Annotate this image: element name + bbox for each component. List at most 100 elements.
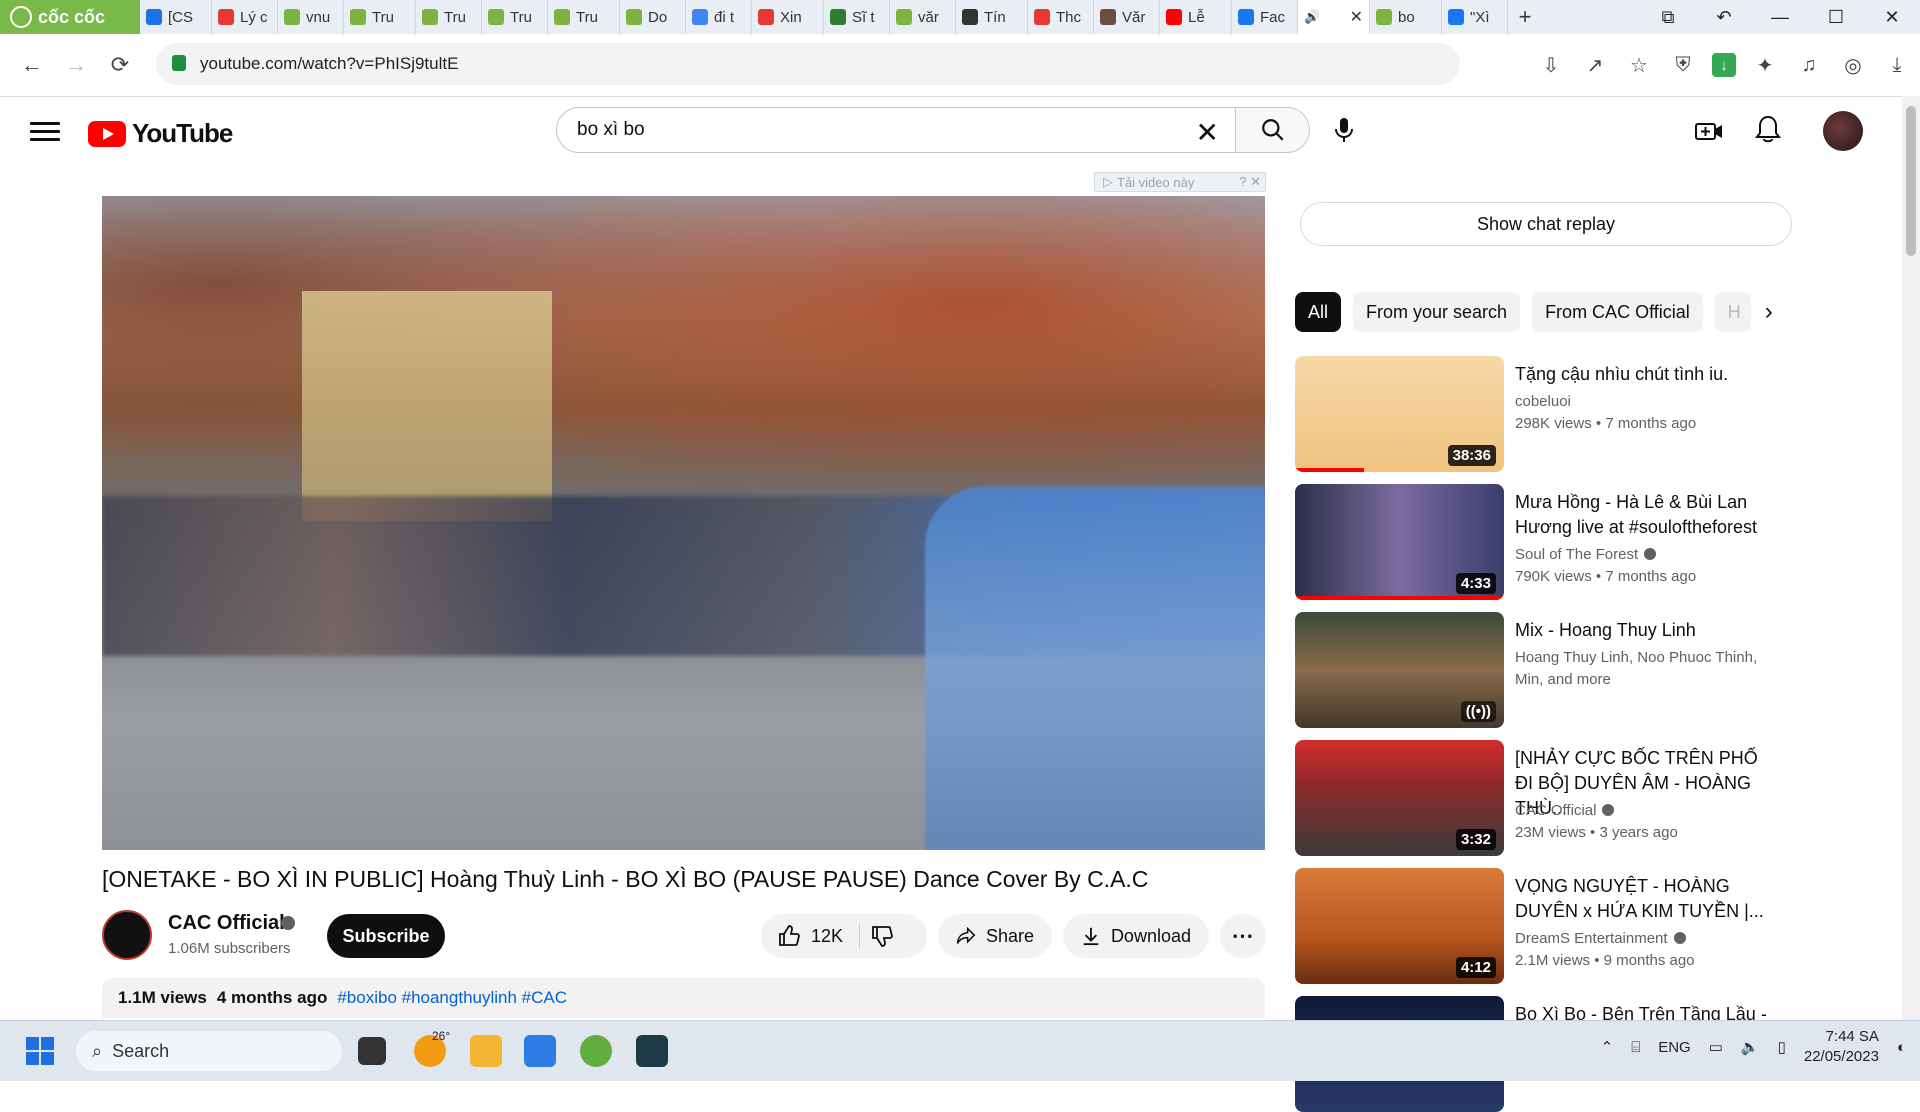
browser-tab[interactable]: Văr: [1094, 0, 1160, 34]
browser-tab[interactable]: Thc: [1028, 0, 1094, 34]
recommendation-title[interactable]: VỌNG NGUYỆT - HOÀNG DUYÊN x HỨA KIM TUYỀ…: [1515, 874, 1777, 924]
network-icon[interactable]: ▭: [1709, 1038, 1723, 1056]
browser-tab[interactable]: Lễ: [1160, 0, 1232, 34]
reload-button[interactable]: ⟳: [98, 52, 142, 78]
hashtags[interactable]: #boxibo #hoangthuylinh #CAC: [337, 988, 567, 1008]
browser-tab[interactable]: Tru: [482, 0, 548, 34]
close-tab-icon[interactable]: ✕: [1350, 7, 1363, 27]
search-input[interactable]: bo xì bo ✕: [556, 107, 1236, 153]
recommendation-title[interactable]: Mix - Hoang Thuy Linh: [1515, 618, 1777, 643]
chip-all[interactable]: All: [1295, 292, 1342, 332]
tab-search-icon[interactable]: ⧉: [1640, 0, 1696, 34]
language-indicator[interactable]: ENG: [1658, 1039, 1691, 1056]
recommendation-card[interactable]: 4:12 VỌNG NGUYỆT - HOÀNG DUYÊN x HỨA KIM …: [1295, 868, 1795, 984]
battery-icon[interactable]: ▯: [1778, 1038, 1786, 1056]
ime-icon[interactable]: ⌸: [1631, 1039, 1640, 1056]
thumbs-up-icon[interactable]: [777, 924, 801, 948]
browser-tab[interactable]: Do: [620, 0, 686, 34]
download-button[interactable]: Download: [1063, 914, 1209, 958]
extensions-puzzle-icon[interactable]: ✦: [1750, 50, 1780, 80]
close-window-button[interactable]: ✕: [1864, 0, 1920, 34]
chip-next-partial[interactable]: H: [1714, 292, 1751, 332]
recommendation-channel[interactable]: CAC Official: [1515, 800, 1777, 822]
download-extension-icon[interactable]: ↓: [1712, 53, 1736, 77]
download-video-bar[interactable]: ▷ Tải video này ? ✕: [1094, 172, 1266, 192]
video-thumbnail[interactable]: ((•)): [1295, 612, 1504, 728]
description-box[interactable]: 1.1M views 4 months ago #boxibo #hoangth…: [102, 978, 1265, 1018]
scrollbar-thumb[interactable]: [1906, 106, 1916, 256]
downloads-icon[interactable]: ⤓: [1882, 50, 1912, 80]
install-icon[interactable]: ⇩: [1536, 50, 1566, 80]
create-video-button[interactable]: [1694, 116, 1726, 148]
share-button[interactable]: Share: [938, 914, 1052, 958]
recommendation-card[interactable]: 4:33 Mưa Hồng - Hà Lê & Bùi Lan Hương liv…: [1295, 484, 1795, 600]
thumbs-down-icon[interactable]: [870, 924, 894, 948]
volume-icon[interactable]: 🔈: [1741, 1038, 1760, 1056]
clear-search-icon[interactable]: ✕: [1196, 116, 1219, 149]
voice-search-button[interactable]: [1324, 110, 1364, 150]
tray-chevron-icon[interactable]: ⌃: [1601, 1038, 1614, 1056]
video-thumbnail[interactable]: 3:32: [1295, 740, 1504, 856]
youtube-logo[interactable]: YouTube: [88, 118, 233, 149]
recommendation-title[interactable]: Mưa Hồng - Hà Lê & Bùi Lan Hương live at…: [1515, 490, 1777, 540]
browser-tab[interactable]: Tru: [344, 0, 416, 34]
channel-avatar[interactable]: [102, 910, 152, 960]
browser-tab[interactable]: Fac: [1232, 0, 1298, 34]
recommendation-channel[interactable]: Soul of The Forest: [1515, 544, 1777, 566]
video-thumbnail[interactable]: 4:33: [1295, 484, 1504, 600]
media-playlist-icon[interactable]: ♫: [1794, 50, 1824, 80]
browser-tab[interactable]: Tru: [416, 0, 482, 34]
recommendation-channel[interactable]: Hoang Thuy Linh, Noo Phuoc Thinh, Min, a…: [1515, 647, 1777, 691]
account-avatar[interactable]: [1823, 111, 1863, 151]
recommendation-card[interactable]: ((•)) Mix - Hoang Thuy Linh Hoang Thuy Lin…: [1295, 612, 1795, 728]
back-history-icon[interactable]: ↶: [1696, 0, 1752, 34]
notification-center-icon[interactable]: ◐: [1897, 1039, 1906, 1056]
browser-tab[interactable]: Xin: [752, 0, 824, 34]
browser-tab[interactable]: [CS: [140, 0, 212, 34]
profile-icon[interactable]: ◎: [1838, 50, 1868, 80]
forward-button[interactable]: →: [54, 52, 98, 78]
clock[interactable]: 7:44 SA 22/05/2023: [1804, 1027, 1879, 1067]
browser-tab[interactable]: 🔊 ✕: [1298, 0, 1370, 34]
chevron-right-icon[interactable]: ›: [1765, 298, 1773, 326]
browser-tab[interactable]: Lý c: [212, 0, 278, 34]
browser-brand[interactable]: cốc cốc: [0, 0, 140, 34]
taskbar-search[interactable]: ⌕ Search: [76, 1031, 342, 1071]
browser-tab[interactable]: "Xì: [1442, 0, 1508, 34]
more-actions-button[interactable]: ⋯: [1220, 914, 1266, 958]
browser-tab[interactable]: Tru: [548, 0, 620, 34]
browser-tab[interactable]: bo: [1370, 0, 1442, 34]
new-tab-button[interactable]: +: [1508, 4, 1542, 30]
coccoc-browser-icon[interactable]: [580, 1035, 612, 1067]
back-button[interactable]: ←: [10, 52, 54, 78]
video-thumbnail[interactable]: 38:36: [1295, 356, 1504, 472]
bookmark-star-icon[interactable]: ☆: [1624, 50, 1654, 80]
minimize-button[interactable]: —: [1752, 0, 1808, 34]
video-player[interactable]: [102, 196, 1265, 850]
address-bar[interactable]: youtube.com/watch?v=PhISj9tultE: [156, 43, 1460, 85]
notifications-button[interactable]: [1754, 114, 1786, 146]
browser-tab[interactable]: đi t: [686, 0, 752, 34]
show-chat-replay-button[interactable]: Show chat replay: [1300, 202, 1792, 246]
browser-tab[interactable]: văr: [890, 0, 956, 34]
chip-from-channel[interactable]: From CAC Official: [1532, 292, 1703, 332]
browser-tab[interactable]: vnu: [278, 0, 344, 34]
hamburger-menu-icon[interactable]: [30, 118, 60, 144]
shield-extension-icon[interactable]: ⛨: [1668, 50, 1698, 80]
like-count[interactable]: 12K: [811, 926, 843, 947]
share-page-icon[interactable]: ↗: [1580, 50, 1610, 80]
video-thumbnail[interactable]: 4:12: [1295, 868, 1504, 984]
recommendation-channel[interactable]: DreamS Entertainment: [1515, 928, 1777, 950]
file-explorer-icon[interactable]: [470, 1035, 502, 1067]
browser-tab[interactable]: Tín: [956, 0, 1028, 34]
windows-start-icon[interactable]: [26, 1037, 54, 1065]
recommendation-channel[interactable]: cobeluoi: [1515, 391, 1777, 413]
help-close-icon[interactable]: ? ✕: [1239, 174, 1261, 190]
recommendation-card[interactable]: 3:32 [NHẢY CỰC BỐC TRÊN PHỐ ĐI BỘ] DUYÊN …: [1295, 740, 1795, 856]
subscribe-button[interactable]: Subscribe: [327, 914, 445, 958]
todo-app-icon[interactable]: [524, 1035, 556, 1067]
channel-name[interactable]: CAC Official: [168, 912, 285, 935]
maximize-button[interactable]: ☐: [1808, 0, 1864, 34]
task-view-icon[interactable]: [358, 1037, 386, 1065]
camera-app-icon[interactable]: [636, 1035, 668, 1067]
